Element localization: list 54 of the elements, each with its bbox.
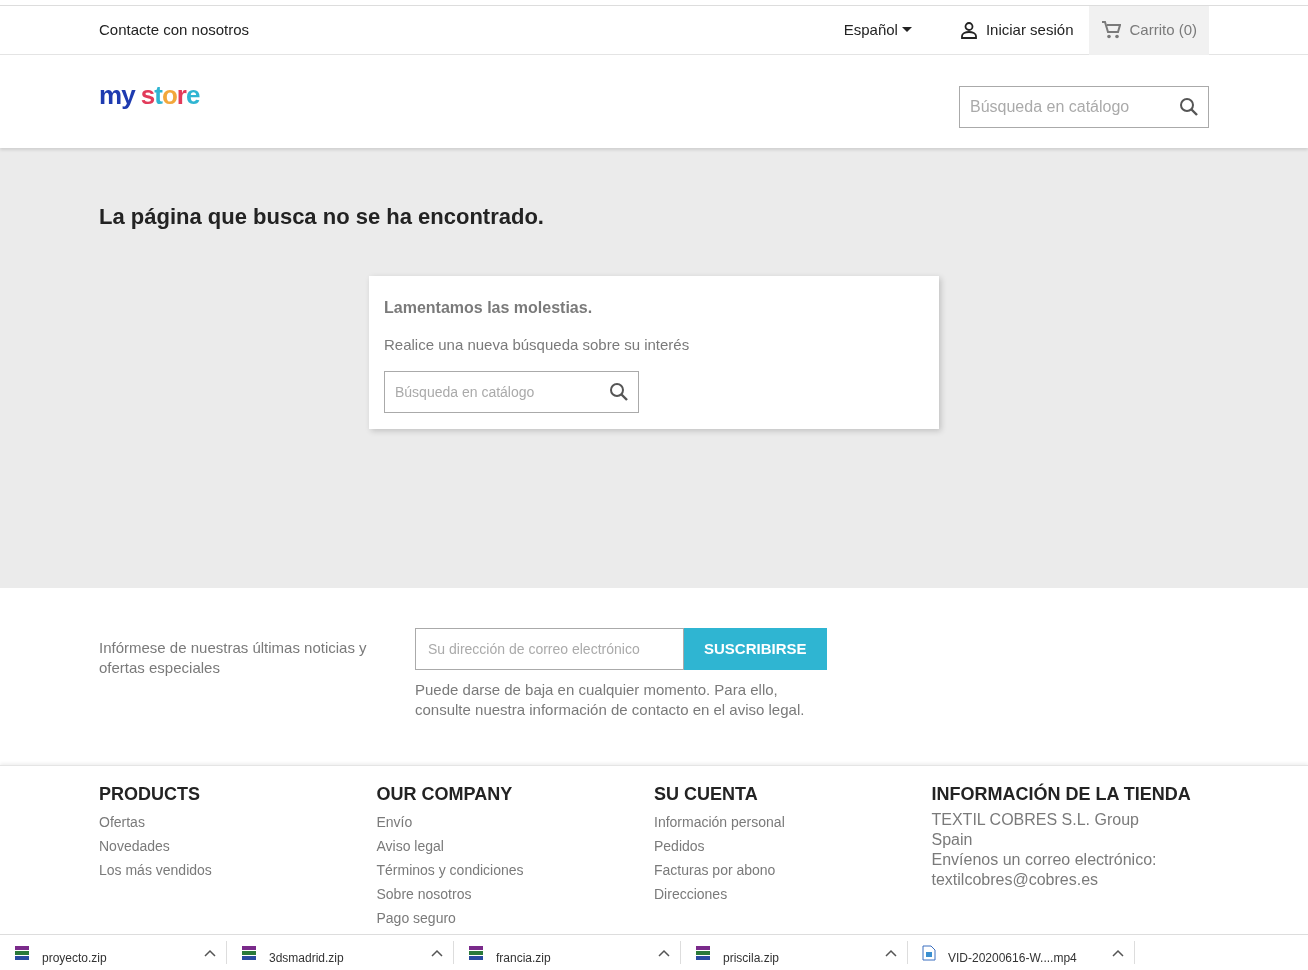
- footer-link[interactable]: Novedades: [99, 833, 170, 858]
- archive-file-icon: [468, 944, 484, 961]
- archive-file-icon: [14, 944, 30, 961]
- footer-link[interactable]: Envío: [376, 809, 413, 834]
- chevron-up-icon[interactable]: [431, 948, 443, 957]
- store-logo[interactable]: my store: [99, 76, 200, 115]
- user-icon: [959, 21, 978, 39]
- search-field[interactable]: Búsqueda en catálogo: [384, 370, 639, 413]
- email-field[interactable]: Su dirección de correo electrónico: [415, 628, 684, 670]
- footer-link[interactable]: Ofertas: [99, 809, 145, 834]
- download-item[interactable]: proyecto.zip: [0, 941, 227, 964]
- footer-link[interactable]: Pago seguro: [376, 905, 456, 930]
- footer-link[interactable]: Direcciones: [654, 881, 728, 906]
- download-item[interactable]: VID-20200616-W....mp4: [908, 941, 1135, 964]
- contact-link[interactable]: Contacte con nosotros: [99, 18, 250, 42]
- footer-link[interactable]: Facturas por abono: [654, 857, 776, 882]
- chevron-up-icon[interactable]: [885, 948, 897, 957]
- footer-link[interactable]: Pedidos: [654, 833, 705, 858]
- cart-icon: [1101, 20, 1122, 40]
- footer-link[interactable]: Información personal: [654, 809, 785, 834]
- language-dropdown[interactable]: Español: [843, 18, 912, 42]
- newsletter-note: Puede darse de baja en cualquier momento. Para ello, consulte nuestra información de contacto en el aviso legal.: [415, 680, 806, 720]
- card-text: Realice una nueva búsqueda sobre su interés: [384, 335, 691, 356]
- cart-link[interactable]: Carrito (0): [1089, 5, 1209, 55]
- store-info-text: TEXTIL COBRES S.L. Group: [931, 809, 1140, 830]
- footer-link[interactable]: Sobre nosotros: [376, 881, 472, 906]
- caret-icon: [901, 27, 912, 33]
- footer-heading: PRODUCTS: [99, 784, 201, 806]
- page-heading: La página que busca no se ha encontrado.: [99, 204, 545, 231]
- chevron-up-icon[interactable]: [204, 948, 216, 957]
- archive-file-icon: [241, 944, 257, 961]
- footer-link[interactable]: Los más vendidos: [99, 857, 212, 882]
- subscribe-button[interactable]: SUSCRIBIRSE: [684, 628, 827, 670]
- video-file-icon: [922, 944, 936, 961]
- footer-link[interactable]: Términos y condiciones: [376, 857, 524, 882]
- newsletter-text: Infórmese de nuestras últimas noticias y ofertas especiales: [99, 638, 368, 678]
- footer-heading: OUR COMPANY: [376, 784, 514, 806]
- footer-heading: INFORMACIÓN DE LA TIENDA: [931, 784, 1192, 806]
- chevron-up-icon[interactable]: [658, 948, 670, 957]
- archive-file-icon: [695, 944, 711, 961]
- chevron-up-icon[interactable]: [1112, 948, 1124, 957]
- footer-link[interactable]: Aviso legal: [376, 833, 444, 858]
- download-item[interactable]: 3dsmadrid.zip: [227, 941, 454, 964]
- search-field[interactable]: Búsqueda en catálogo: [959, 85, 1209, 128]
- store-info-text: Spain: [931, 829, 974, 850]
- card-heading: Lamentamos las molestias.: [384, 298, 594, 319]
- download-item[interactable]: priscila.zip: [681, 941, 908, 964]
- search-icon[interactable]: [1179, 96, 1199, 117]
- store-info-text: textilcobres@cobres.es: [931, 869, 1100, 890]
- sign-in-link[interactable]: Iniciar sesión: [959, 18, 1074, 42]
- footer-heading: SU CUENTA: [654, 784, 759, 806]
- download-item[interactable]: francia.zip: [454, 941, 681, 964]
- search-icon[interactable]: [609, 381, 629, 402]
- store-info-text: Envíenos un correo electrónico:: [931, 849, 1158, 870]
